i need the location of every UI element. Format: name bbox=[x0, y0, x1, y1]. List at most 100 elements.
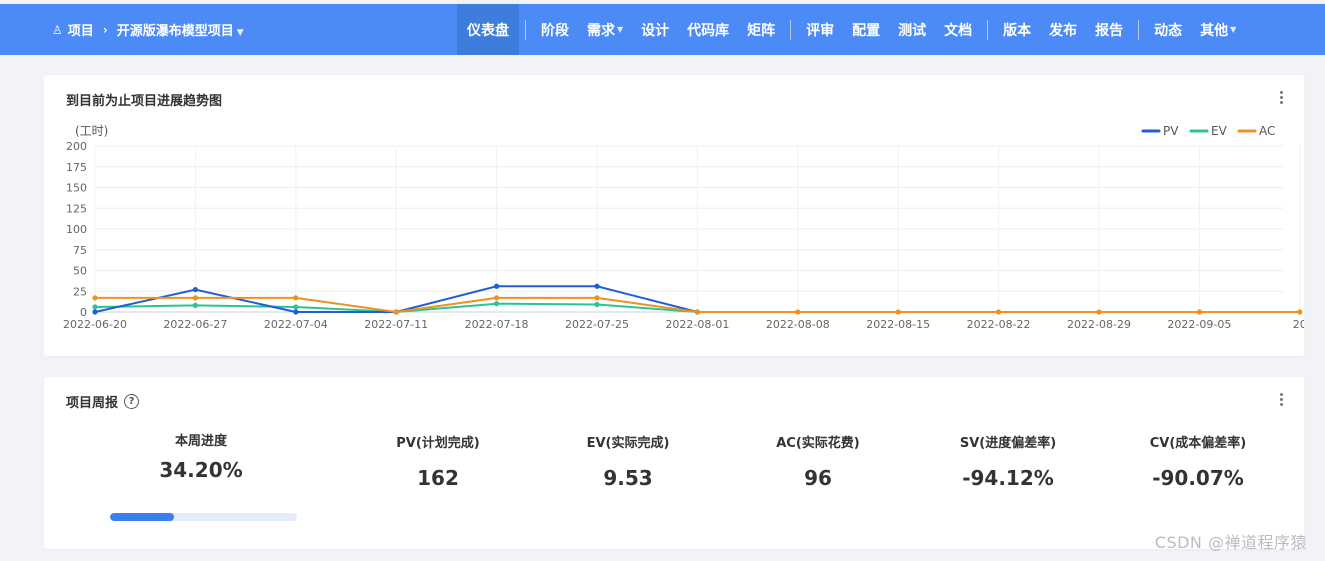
y-tick-label: 200 bbox=[66, 140, 87, 153]
data-point-pv bbox=[293, 309, 299, 315]
data-point-ac bbox=[1297, 309, 1303, 315]
y-tick-label: 50 bbox=[73, 265, 87, 278]
main-nav: 仪表盘 阶段 需求 ▼ 设计 代码库 矩阵 评审 配置 测试 文档 版本 发布 报告 动态 其他 ▼ bbox=[457, 4, 1245, 55]
nav-divider bbox=[987, 19, 989, 40]
x-tick-label: 2022-07-25 bbox=[565, 318, 629, 331]
nav-item-label: 评审 bbox=[806, 22, 835, 39]
breadcrumb-root[interactable]: 项目 bbox=[68, 20, 94, 39]
breadcrumb-separator-icon: › bbox=[102, 22, 108, 37]
data-point-ac bbox=[393, 309, 399, 315]
data-point-ac bbox=[694, 309, 701, 315]
y-tick-label: 100 bbox=[66, 223, 87, 236]
legend-label: PV bbox=[1163, 124, 1179, 138]
nav-item-label: 文档 bbox=[944, 22, 973, 39]
nav-item-9[interactable]: 文档 bbox=[935, 4, 981, 55]
stat-label: AC(实际花费) bbox=[776, 436, 860, 451]
data-point-pv bbox=[192, 286, 198, 293]
data-point-pv bbox=[92, 309, 98, 315]
question-circle-icon[interactable]: ? bbox=[124, 394, 140, 409]
stat-item: EV(实际完成) 9.53 bbox=[538, 432, 718, 490]
top-navbar: ♙ 项目 › 开源版瀑布模型项目 ▼ 仪表盘 阶段 需求 ▼ 设计 代码库 矩阵 评审 配置 测试文… bbox=[0, 4, 1325, 55]
nav-item-label: 报告 bbox=[1095, 22, 1124, 39]
weekly-progress-stat: 本周进度 34.20% bbox=[111, 432, 291, 482]
weekly-progress-bar bbox=[110, 513, 297, 521]
nav-item-12[interactable]: 报告 bbox=[1086, 4, 1132, 55]
weekly-report-title: 项目周报 ? bbox=[66, 392, 140, 411]
nav-item-label: 发布 bbox=[1049, 22, 1078, 39]
stat-label: 本周进度 bbox=[174, 434, 227, 449]
data-point-ev bbox=[594, 301, 600, 308]
nav-item-0[interactable]: 仪表盘 bbox=[457, 4, 519, 55]
nav-item-10[interactable]: 版本 bbox=[994, 4, 1040, 55]
stat-label: EV(实际完成) bbox=[586, 436, 670, 451]
chevron-down-icon: ▼ bbox=[617, 25, 624, 34]
nav-item-label: 仪表盘 bbox=[467, 22, 509, 39]
nav-item-7[interactable]: 配置 bbox=[843, 4, 889, 55]
x-tick-label: 2022-08-15 bbox=[866, 318, 930, 331]
data-point-ac bbox=[1096, 309, 1102, 315]
nav-item-label: 需求 bbox=[587, 22, 615, 39]
project-switcher[interactable]: 开源版瀑布模型项目 ▼ bbox=[117, 20, 244, 39]
watermark: CSDN @禅道程序猿 bbox=[1154, 533, 1307, 552]
x-tick-label: 2022-07-18 bbox=[465, 318, 529, 331]
nav-item-6[interactable]: 评审 bbox=[797, 4, 843, 55]
nav-item-3[interactable]: 设计 bbox=[632, 4, 678, 55]
y-axis-label: (工时) bbox=[75, 124, 108, 138]
nav-item-label: 设计 bbox=[641, 22, 670, 39]
legend-label: AC bbox=[1259, 124, 1275, 138]
stat-value: -90.07% bbox=[1152, 466, 1244, 490]
data-point-pv bbox=[594, 283, 600, 289]
data-point-ev bbox=[293, 304, 299, 310]
nav-item-13[interactable]: 动态 bbox=[1145, 4, 1191, 55]
nav-item-5[interactable]: 矩阵 bbox=[738, 4, 784, 55]
trend-chart: 02550751001251501752002022-06-20 2022-06-… bbox=[63, 124, 1304, 331]
legend-label: EV bbox=[1211, 124, 1228, 138]
nav-item-label: 其他 bbox=[1200, 22, 1229, 39]
nav-item-4[interactable]: 代码库 bbox=[678, 4, 738, 55]
nav-item-label: 版本 bbox=[1003, 22, 1032, 39]
y-tick-label: 75 bbox=[73, 244, 87, 257]
x-tick-label: 2022-07-04 bbox=[264, 318, 328, 331]
x-tick-label: 2022-09-05 bbox=[1167, 318, 1231, 331]
nav-item-11[interactable]: 发布 bbox=[1040, 4, 1086, 55]
y-tick-label: 25 bbox=[73, 285, 87, 298]
trend-chart-card: 到目前为止项目进展趋势图 0 25 50 75 100 125 150 175 200 2022-… bbox=[44, 75, 1304, 356]
weekly-report-title-text: 项目周报 bbox=[66, 396, 119, 411]
stat-item: AC(实际花费) 96 bbox=[728, 432, 908, 490]
nav-item-14[interactable]: 其他 ▼ bbox=[1191, 4, 1245, 55]
x-tick-label: 2022-07-11 bbox=[364, 318, 428, 331]
nav-divider bbox=[790, 19, 792, 40]
stat-item: PV(计划完成) 162 bbox=[348, 432, 528, 490]
x-tick-label: 2022-08-29 bbox=[1067, 318, 1131, 331]
nav-item-1[interactable]: 阶段 bbox=[532, 4, 578, 55]
stat-value: 9.53 bbox=[603, 466, 653, 490]
y-tick-label: 175 bbox=[66, 161, 87, 174]
nav-item-label: 代码库 bbox=[687, 22, 730, 39]
stat-label: CV(成本偏差率) bbox=[1149, 436, 1247, 451]
data-point-ev bbox=[92, 304, 98, 310]
data-point-ac bbox=[996, 309, 1002, 315]
stat-value: 34.20% bbox=[159, 458, 243, 482]
nav-item-2[interactable]: 需求 ▼ bbox=[578, 4, 632, 55]
breadcrumb: ♙ 项目 › 开源版瀑布模型项目 ▼ bbox=[0, 20, 244, 40]
nav-item-label: 阶段 bbox=[541, 22, 569, 39]
y-tick-label: 125 bbox=[66, 202, 87, 215]
data-point-ac bbox=[92, 295, 98, 301]
chevron-down-icon: ▼ bbox=[236, 28, 244, 38]
data-point-ac bbox=[192, 295, 198, 301]
y-tick-label: 150 bbox=[66, 182, 87, 195]
data-point-ac bbox=[895, 309, 901, 315]
nav-item-label: 矩阵 bbox=[747, 22, 776, 39]
more-options-icon[interactable] bbox=[1280, 393, 1284, 406]
data-point-ac bbox=[795, 309, 801, 315]
nav-item-label: 配置 bbox=[852, 22, 881, 39]
nav-item-label: 动态 bbox=[1154, 22, 1183, 39]
nav-divider bbox=[1138, 19, 1140, 40]
data-point-ac bbox=[293, 295, 299, 301]
stat-item: CV(成本偏差率) -90.07% bbox=[1108, 432, 1288, 490]
project-icon: ♙ bbox=[52, 22, 63, 37]
nav-item-8[interactable]: 测试 bbox=[889, 4, 935, 55]
nav-item-label: 测试 bbox=[898, 22, 927, 39]
x-tick-label: 2022-06-27 bbox=[163, 318, 227, 331]
data-point-ac bbox=[494, 295, 500, 301]
